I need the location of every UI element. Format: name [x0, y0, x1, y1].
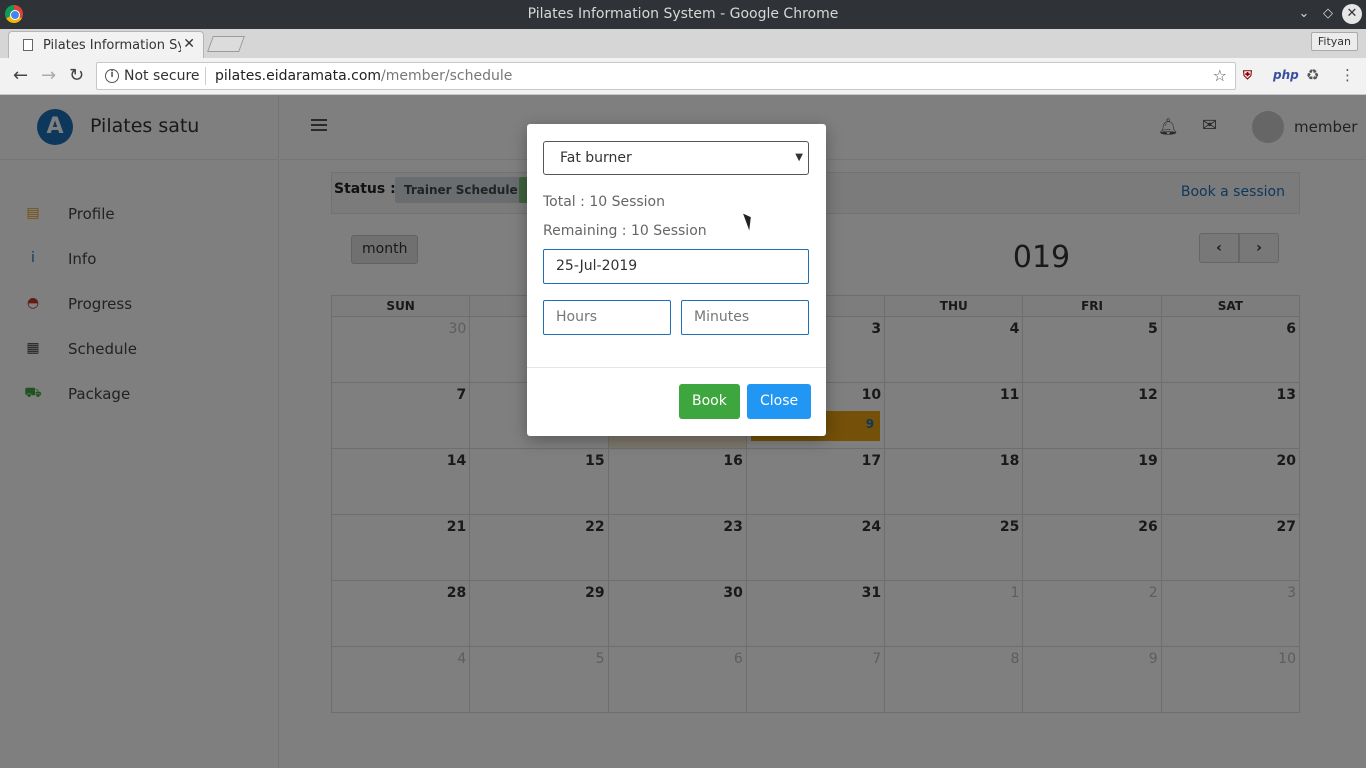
package-select-value: Fat burner	[560, 150, 632, 166]
browser-tab-active[interactable]: Pilates Information System ✕	[8, 31, 204, 58]
book-session-modal: Fat burner ▼ Total : 10 Session Remainin…	[527, 124, 826, 436]
bookmark-star-icon[interactable]: ☆	[1213, 66, 1227, 85]
maximize-icon[interactable]: ◇	[1318, 4, 1338, 24]
profile-chip[interactable]: Fityan	[1310, 32, 1358, 51]
new-tab-button[interactable]	[207, 36, 245, 52]
back-icon[interactable]: ←	[13, 65, 28, 86]
minimize-icon[interactable]: ⌄	[1294, 4, 1314, 24]
url-text: pilates.eidaramata.com/member/schedule	[215, 68, 512, 84]
remaining-sessions: Remaining : 10 Session	[543, 223, 707, 239]
url-host: pilates.eidaramata.com	[215, 68, 382, 84]
book-button[interactable]: Book	[679, 384, 740, 419]
window-close-icon[interactable]: ✕	[1342, 4, 1362, 24]
recycle-extension-icon[interactable]: ♻	[1306, 66, 1319, 84]
url-path: /member/schedule	[381, 68, 513, 84]
caret-down-icon: ▼	[795, 152, 803, 163]
site-info-icon[interactable]: i	[105, 69, 119, 83]
modal-footer-divider	[527, 367, 826, 368]
browser-toolbar: ← → ↻ i Not secure pilates.eidaramata.co…	[0, 58, 1366, 95]
window-titlebar: Pilates Information System - Google Chro…	[0, 0, 1366, 29]
reload-icon[interactable]: ↻	[69, 65, 84, 86]
window-title: Pilates Information System - Google Chro…	[527, 6, 839, 22]
security-label: Not secure	[124, 68, 200, 84]
php-extension-icon[interactable]: php	[1273, 68, 1299, 82]
address-bar[interactable]: i Not secure pilates.eidaramata.com/memb…	[96, 62, 1236, 90]
package-select[interactable]: Fat burner ▼	[543, 141, 809, 175]
minutes-input[interactable]: Minutes	[681, 300, 809, 335]
close-button[interactable]: Close	[747, 384, 812, 419]
menu-dots-icon[interactable]: ⋮	[1340, 66, 1355, 84]
omnibox-divider	[205, 67, 206, 85]
tab-title: Pilates Information System	[43, 38, 181, 53]
ublock-extension-icon[interactable]: ⛨	[1243, 68, 1252, 83]
total-sessions: Total : 10 Session	[543, 194, 665, 210]
date-input[interactable]: 25-Jul-2019	[543, 249, 809, 284]
forward-icon[interactable]: →	[41, 65, 56, 86]
page-icon	[23, 39, 33, 51]
tab-close-icon[interactable]: ✕	[183, 36, 195, 52]
tab-strip: Pilates Information System ✕ Fityan	[0, 29, 1366, 58]
hours-input[interactable]: Hours	[543, 300, 671, 335]
